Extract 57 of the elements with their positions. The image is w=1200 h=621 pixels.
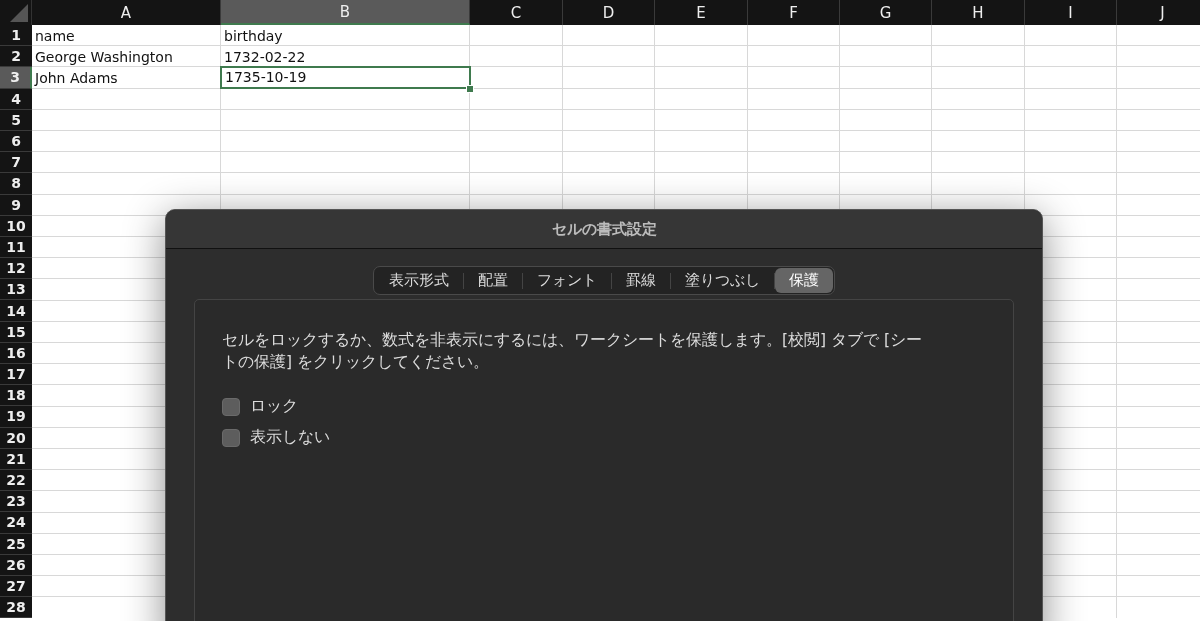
column-header[interactable]: E (655, 0, 748, 25)
row-header[interactable]: 20 (0, 427, 32, 449)
row-header[interactable]: 10 (0, 215, 32, 237)
checkbox-label[interactable]: 表示しない (250, 427, 330, 448)
column-header[interactable]: H (932, 0, 1025, 25)
row-header[interactable]: 8 (0, 173, 32, 195)
row-header[interactable]: 28 (0, 597, 32, 619)
description-text: セルをロックするか、数式を非表示にするには、ワークシートを保護します。[校閲] タブで [シートの保護] をクリックしてください。 (222, 330, 923, 373)
tab[interactable]: 罫線 (612, 268, 670, 293)
table-cell[interactable]: John Adams (32, 67, 221, 89)
column-header[interactable]: A (32, 0, 221, 25)
column-header[interactable]: D (563, 0, 655, 25)
table-cell[interactable]: 1732-02-22 (221, 46, 470, 68)
row-header[interactable]: 19 (0, 406, 32, 428)
tab[interactable]: 配置 (464, 268, 522, 293)
row-header[interactable]: 23 (0, 491, 32, 513)
row-header[interactable]: 11 (0, 236, 32, 259)
column-header[interactable]: G (840, 0, 932, 25)
row-header[interactable]: 12 (0, 258, 32, 280)
table-cell[interactable]: birthday (221, 25, 470, 47)
row-header[interactable]: 14 (0, 300, 32, 322)
row-header[interactable]: 7 (0, 152, 32, 174)
column-header[interactable]: J (1117, 0, 1200, 25)
row-header[interactable]: 2 (0, 46, 32, 68)
checkbox-label[interactable]: ロック (250, 396, 298, 417)
table-cell[interactable]: 1735-10-19 (220, 66, 471, 89)
column-header[interactable]: I (1025, 0, 1117, 25)
row-header[interactable]: 25 (0, 533, 32, 555)
row-header[interactable]: 26 (0, 554, 32, 576)
triangle-icon (10, 4, 28, 22)
row-header[interactable]: 13 (0, 279, 32, 301)
row-header[interactable]: 3 (0, 67, 32, 89)
row-header[interactable]: 5 (0, 109, 32, 131)
dialog-title: セルの書式設定 (166, 210, 1042, 249)
row-header[interactable]: 4 (0, 88, 32, 110)
table-cell[interactable]: George Washington (32, 46, 221, 68)
column-header[interactable]: C (470, 0, 563, 25)
row-header[interactable]: 22 (0, 469, 32, 492)
row-header[interactable]: 6 (0, 130, 32, 153)
row-header[interactable]: 9 (0, 194, 32, 216)
column-header[interactable]: F (748, 0, 840, 25)
row-header[interactable]: 1 (0, 25, 32, 47)
row-header[interactable]: 21 (0, 448, 32, 470)
column-header[interactable]: B (221, 0, 470, 25)
tab[interactable]: 保護 (775, 268, 833, 293)
row-header[interactable]: 18 (0, 385, 32, 407)
select-all-button[interactable] (0, 0, 32, 25)
row-header[interactable]: 15 (0, 321, 32, 343)
table-cell[interactable]: name (32, 25, 221, 47)
tab[interactable]: 表示形式 (375, 268, 463, 293)
tab[interactable]: 塗りつぶし (671, 268, 774, 293)
row-header[interactable]: 27 (0, 575, 32, 598)
row-header[interactable]: 24 (0, 512, 32, 534)
row-header[interactable]: 16 (0, 342, 32, 364)
tab[interactable]: フォント (523, 268, 611, 293)
fill-handle[interactable] (466, 84, 474, 93)
row-header[interactable]: 17 (0, 364, 32, 386)
